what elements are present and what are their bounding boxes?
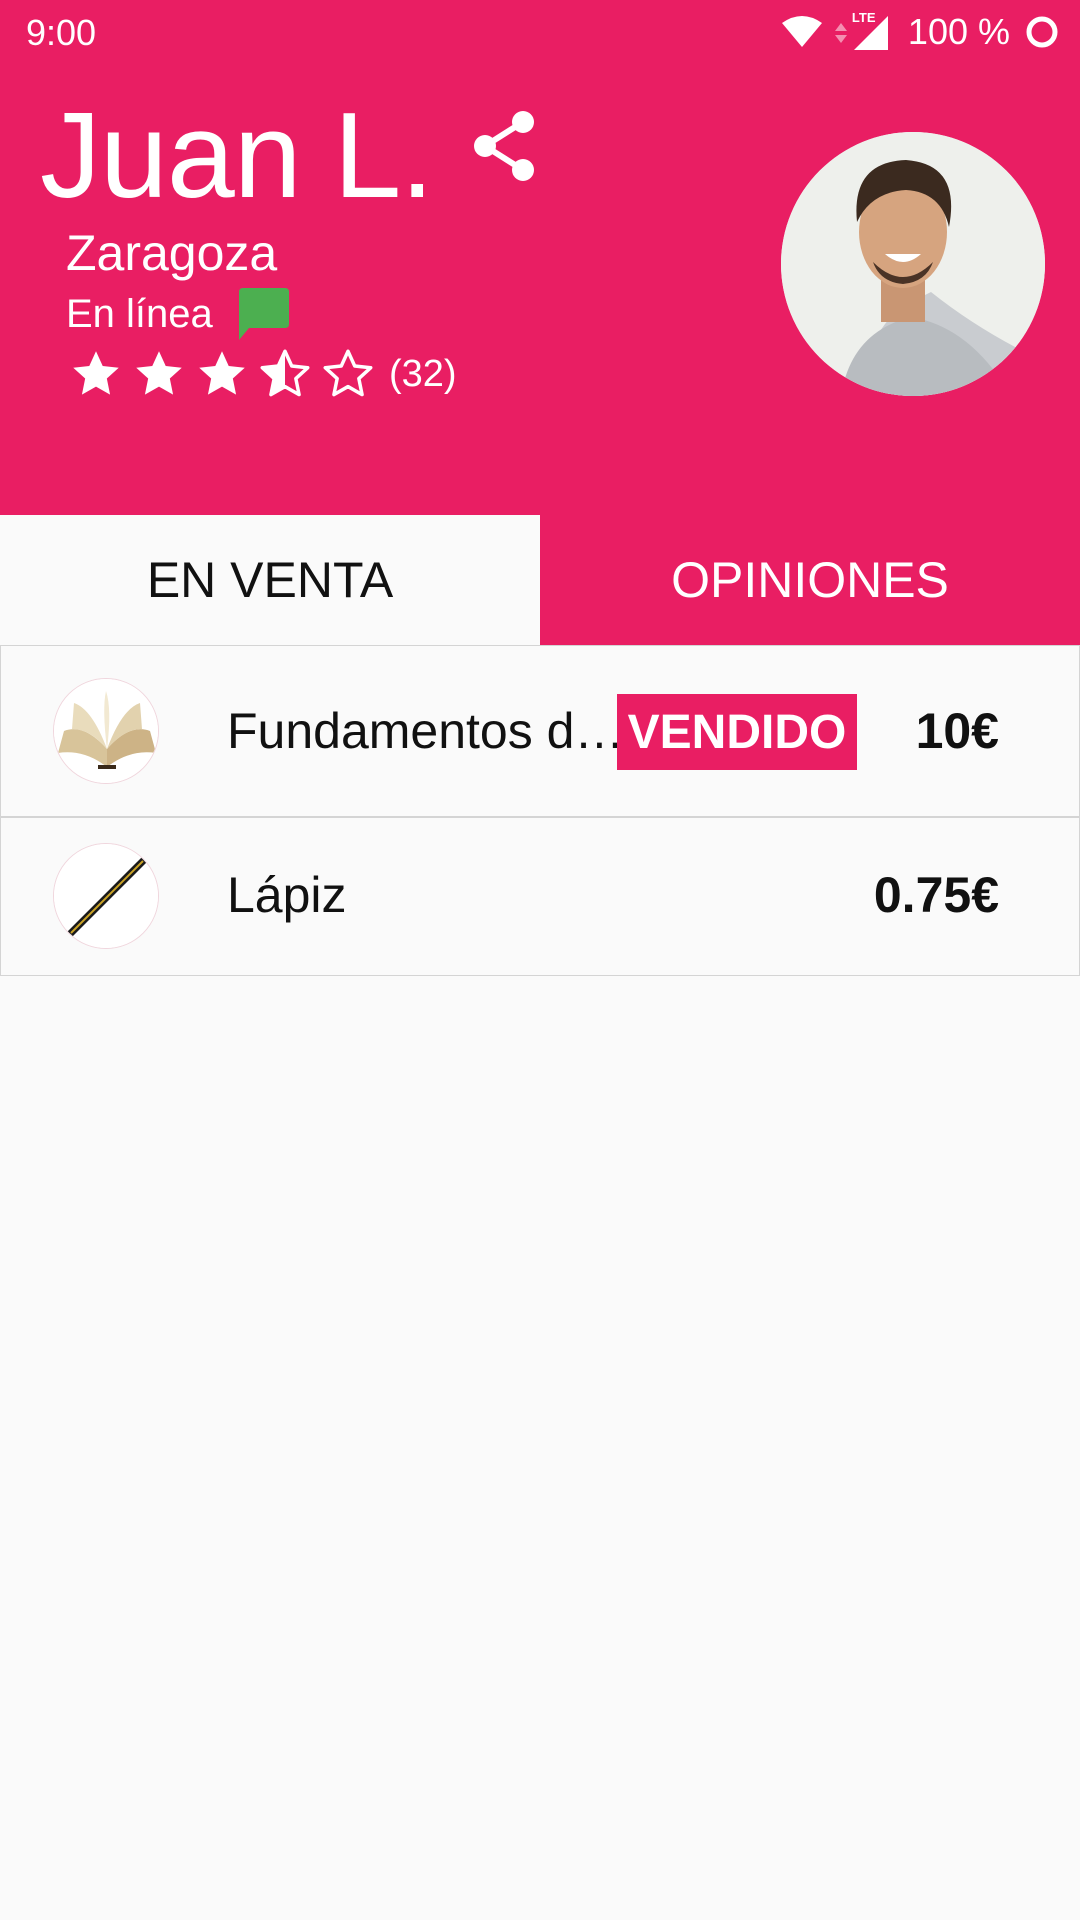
book-icon	[53, 678, 159, 784]
item-title: Fundamentos d…	[227, 703, 625, 759]
sold-badge: VENDIDO	[617, 694, 857, 770]
profile-name-row: Juan L.	[40, 90, 537, 220]
profile-header: 9:00 LTE 100 % Juan L. Zaragoza En línea…	[0, 0, 1080, 515]
star-full-icon	[199, 351, 245, 395]
status-time: 9:00	[26, 12, 97, 53]
item-price: 0.75€	[873, 867, 999, 923]
lte-data-icon	[832, 15, 850, 49]
online-status: En línea	[66, 291, 213, 336]
share-icon[interactable]	[471, 110, 537, 182]
profile-name: Juan L.	[40, 87, 434, 223]
item-title: Lápiz	[227, 867, 347, 923]
rating-row: (32)	[70, 348, 457, 400]
tab-opiniones[interactable]: OPINIONES	[540, 515, 1080, 645]
status-bar: 9:00 LTE 100 %	[0, 0, 1080, 64]
star-empty-icon	[323, 349, 373, 397]
tab-en-venta[interactable]: EN VENTA	[0, 515, 540, 645]
status-icons: LTE 100 %	[780, 10, 1060, 54]
battery-icon	[1024, 14, 1060, 50]
star-half-icon	[260, 349, 310, 397]
list-item[interactable]: Fundamentos d… VENDIDO 10€	[1, 646, 1079, 818]
wifi-icon	[780, 15, 824, 49]
signal-icon: LTE	[850, 10, 890, 52]
battery-percent: 100 %	[907, 11, 1010, 52]
list-item[interactable]: Lápiz 0.75€	[1, 818, 1079, 975]
chat-icon[interactable]	[235, 286, 291, 342]
item-price: 10€	[915, 703, 999, 759]
review-count: (32)	[389, 352, 457, 395]
items-list: Fundamentos d… VENDIDO 10€ Lápiz 0.75€	[0, 645, 1080, 976]
network-type-label: LTE	[851, 10, 876, 25]
tab-bar: EN VENTA OPINIONES	[0, 515, 1080, 645]
star-full-icon	[73, 351, 119, 395]
avatar	[781, 132, 1045, 396]
pencil-icon	[53, 843, 159, 949]
online-status-row: En línea	[66, 286, 291, 342]
star-full-icon	[136, 351, 182, 395]
profile-city: Zaragoza	[66, 225, 278, 281]
